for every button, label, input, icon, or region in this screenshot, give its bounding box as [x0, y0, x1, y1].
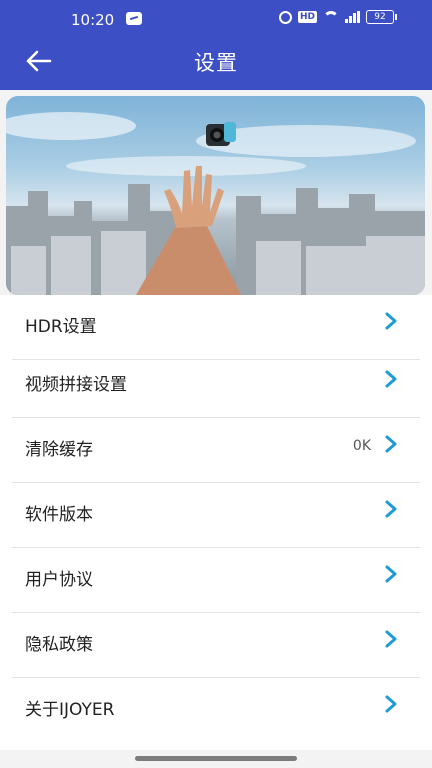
- battery-icon: 92: [366, 10, 397, 24]
- menu-item-label: 清除缓存: [25, 440, 93, 460]
- chevron-right-icon: [385, 500, 397, 518]
- menu-item-user-agreement[interactable]: 用户协议: [12, 548, 420, 613]
- menu-item-label: HDR设置: [25, 317, 97, 337]
- chevron-right-icon: [385, 695, 397, 713]
- menu-item-clear-cache[interactable]: 清除缓存 0K: [12, 418, 420, 483]
- home-indicator[interactable]: [135, 756, 297, 761]
- menu-item-label: 软件版本: [25, 505, 93, 525]
- menu-item-about[interactable]: 关于IJOYER: [12, 678, 420, 743]
- menu-item-label: 关于IJOYER: [25, 700, 115, 720]
- menu-item-video-stitch[interactable]: 视频拼接设置: [12, 353, 420, 418]
- chevron-right-icon: [385, 630, 397, 648]
- status-icons: HD 92: [278, 10, 397, 24]
- chevron-right-icon: [385, 565, 397, 583]
- alarm-icon: [278, 10, 292, 24]
- status-bar: 10:20 HD 92: [0, 0, 432, 38]
- chevron-right-icon: [385, 312, 397, 330]
- chevron-right-icon: [385, 370, 397, 388]
- message-icon: [126, 12, 142, 25]
- settings-list: HDR设置 视频拼接设置 清除缓存 0K 软件版本 用户协议 隐私政策 关于IJ…: [0, 295, 432, 750]
- banner-image: [6, 96, 425, 295]
- chevron-right-icon: [385, 435, 397, 453]
- signal-icon: [345, 11, 360, 23]
- menu-item-label: 视频拼接设置: [25, 375, 127, 395]
- hd-icon: HD: [297, 11, 317, 23]
- menu-item-software-version[interactable]: 软件版本: [12, 483, 420, 548]
- wifi-icon: [323, 11, 339, 23]
- app-header: 10:20 HD 92 设置: [0, 0, 432, 90]
- menu-item-privacy-policy[interactable]: 隐私政策: [12, 613, 420, 678]
- menu-item-label: 隐私政策: [25, 635, 93, 655]
- menu-item-hdr[interactable]: HDR设置: [12, 295, 420, 360]
- page-title: 设置: [194, 51, 238, 75]
- status-time: 10:20: [71, 11, 115, 29]
- cache-size-value: 0K: [352, 438, 371, 454]
- menu-item-label: 用户协议: [25, 570, 93, 590]
